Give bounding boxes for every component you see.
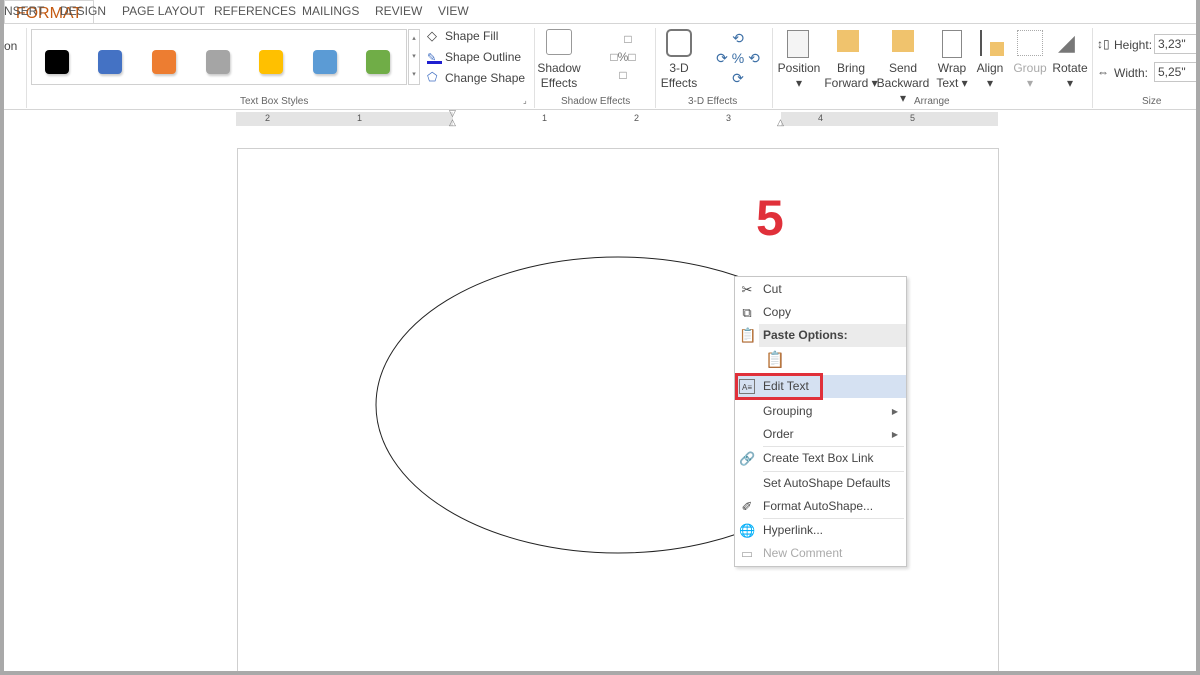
ruler-mark: 4 bbox=[818, 113, 824, 123]
height-icon: ↕▯ bbox=[1097, 37, 1110, 51]
clipboard-icon: 📋 bbox=[739, 327, 757, 343]
menu-item-cut[interactable]: ✂ Cut bbox=[735, 278, 906, 301]
comment-icon: ▭ bbox=[740, 546, 754, 561]
tab-review[interactable]: REVIEW bbox=[375, 4, 422, 18]
menu-label: Format AutoShape... bbox=[763, 499, 874, 513]
format-brush-icon: ✐ bbox=[741, 499, 753, 514]
highlight-box bbox=[735, 373, 823, 400]
group-label-arrange: Arrange bbox=[914, 96, 950, 107]
style-swatch-gray[interactable] bbox=[206, 50, 230, 74]
menu-label: Paste Options: bbox=[763, 328, 848, 342]
ribbon-fragment: on bbox=[4, 39, 18, 53]
menu-label: Create Text Box Link bbox=[763, 451, 874, 465]
bring-forward-icon bbox=[837, 30, 859, 52]
rotate-button[interactable]: Rotate ▾ bbox=[1048, 61, 1092, 91]
shadow-effects-icon bbox=[546, 29, 572, 55]
pen-icon: ✎ bbox=[427, 51, 442, 64]
tab-references[interactable]: REFERENCES bbox=[214, 4, 296, 18]
ruler-mark: 2 bbox=[265, 113, 271, 123]
menu-label: Set AutoShape Defaults bbox=[763, 476, 891, 490]
align-icon bbox=[980, 30, 1004, 56]
style-swatch-green[interactable] bbox=[366, 50, 390, 74]
wrap-text-icon bbox=[942, 30, 962, 58]
tab-design[interactable]: DESIGN bbox=[60, 4, 106, 18]
tab-insert[interactable]: NSERT bbox=[4, 4, 44, 18]
horizontal-ruler[interactable]: 2 1 1 2 3 4 5 ▽ △ △ bbox=[236, 109, 998, 128]
style-swatch-black[interactable] bbox=[45, 50, 69, 74]
change-shape-icon: ⬠ bbox=[427, 70, 438, 84]
menu-item-new-comment: ▭ New Comment bbox=[735, 542, 906, 565]
group-button: Group ▾ bbox=[1013, 61, 1047, 90]
shadow-effects-button[interactable]: Shadow Effects bbox=[536, 61, 582, 91]
paint-bucket-icon: ◇ bbox=[427, 28, 437, 43]
align-button[interactable]: Align ▾ bbox=[972, 61, 1008, 91]
group-label-text-box-styles: Text Box Styles bbox=[240, 96, 309, 107]
ruler-mark: 2 bbox=[634, 113, 640, 123]
shadow-nudge-icons[interactable]: □ □%□ □ bbox=[594, 30, 652, 85]
copy-icon: ⧉ bbox=[742, 305, 752, 320]
dialog-launcher-icon[interactable]: ⌟ bbox=[523, 96, 527, 105]
menu-label: New Comment bbox=[763, 546, 843, 560]
menu-item-create-text-box-link[interactable]: 🔗 Create Text Box Link bbox=[735, 447, 906, 470]
word-window: NSERT DESIGN PAGE LAYOUT REFERENCES MAIL… bbox=[4, 0, 1196, 671]
height-label: Height: bbox=[1114, 38, 1153, 52]
width-icon: ⇔ bbox=[1097, 65, 1109, 79]
menu-label: Copy bbox=[763, 305, 792, 319]
indent-marker[interactable]: ▽ △ bbox=[449, 109, 456, 127]
ruler-mark: 1 bbox=[542, 113, 548, 123]
position-icon bbox=[787, 30, 809, 58]
menu-item-format-autoshape[interactable]: ✐ Format AutoShape... bbox=[735, 495, 906, 518]
ruler-mark: 3 bbox=[726, 113, 732, 123]
submenu-arrow-icon: ▶ bbox=[891, 430, 898, 439]
shape-outline-button[interactable]: Shape Outline bbox=[445, 50, 521, 64]
menu-item-grouping[interactable]: Grouping ▶ bbox=[735, 400, 906, 423]
group-label-3d-effects: 3-D Effects bbox=[688, 96, 738, 107]
menu-item-hyperlink[interactable]: 🌐 Hyperlink... bbox=[735, 519, 906, 542]
paste-options-header: Paste Options: bbox=[759, 324, 906, 347]
3d-effects-icon bbox=[666, 29, 692, 57]
menu-label: Hyperlink... bbox=[763, 523, 824, 537]
menu-label: Grouping bbox=[763, 404, 813, 418]
ruler-mark: 5 bbox=[910, 113, 916, 123]
globe-link-icon: 🌐 bbox=[739, 523, 756, 538]
group-label-size: Size bbox=[1142, 96, 1162, 107]
rotate-icon: ◢ bbox=[1058, 30, 1075, 55]
3d-tilt-icons[interactable]: ⟲ ⟳ % ⟲ ⟳ bbox=[707, 28, 769, 88]
menu-item-copy[interactable]: ⧉ Copy bbox=[735, 301, 906, 324]
scissors-icon: ✂ bbox=[741, 282, 753, 297]
wrap-text-button[interactable]: Wrap Text ▾ bbox=[932, 61, 972, 91]
ribbon: on ▴ ▾ ▾ ◇ Shape Fill ✎ Shape Outline ⬠ Ch… bbox=[4, 23, 1196, 110]
change-shape-button[interactable]: Change Shape bbox=[445, 71, 525, 85]
send-backward-icon bbox=[892, 30, 914, 52]
link-icon: 🔗 bbox=[739, 451, 756, 466]
style-swatch-gold[interactable] bbox=[259, 50, 283, 74]
right-indent-marker[interactable]: △ bbox=[777, 117, 784, 128]
style-swatch-orange[interactable] bbox=[152, 50, 176, 74]
tab-mailings[interactable]: MAILINGS bbox=[302, 4, 359, 18]
tab-view[interactable]: VIEW bbox=[438, 4, 469, 18]
shape-fill-button[interactable]: Shape Fill bbox=[445, 29, 498, 43]
style-swatch-blue[interactable] bbox=[98, 50, 122, 74]
style-swatch-lightblue[interactable] bbox=[313, 50, 337, 74]
paste-keep-source-button[interactable]: 📋 bbox=[765, 350, 785, 370]
submenu-arrow-icon: ▶ bbox=[891, 407, 898, 416]
3d-effects-button[interactable]: 3-D Effects bbox=[656, 61, 702, 91]
menu-item-set-autoshape-defaults[interactable]: Set AutoShape Defaults bbox=[735, 472, 906, 495]
width-input[interactable]: 5,25" bbox=[1154, 62, 1196, 82]
tab-page-layout[interactable]: PAGE LAYOUT bbox=[122, 4, 205, 18]
step-number-annotation: 5 bbox=[756, 190, 784, 246]
group-icon bbox=[1017, 30, 1043, 56]
context-menu: ✂ Cut ⧉ Copy Paste Options: 📋 📋 A≡ Edit Tex… bbox=[734, 276, 907, 567]
ruler-mark: 1 bbox=[357, 113, 363, 123]
text-box-style-gallery[interactable] bbox=[31, 29, 407, 85]
menu-label: Cut bbox=[763, 282, 782, 296]
menu-item-order[interactable]: Order ▶ bbox=[735, 423, 906, 446]
group-label-shadow-effects: Shadow Effects bbox=[561, 96, 631, 107]
position-button[interactable]: Position ▾ bbox=[774, 61, 824, 91]
width-label: Width: bbox=[1114, 66, 1149, 80]
height-input[interactable]: 3,23" bbox=[1154, 34, 1196, 54]
gallery-scroll[interactable]: ▴ ▾ ▾ bbox=[408, 29, 420, 85]
menu-label: Order bbox=[763, 427, 794, 441]
